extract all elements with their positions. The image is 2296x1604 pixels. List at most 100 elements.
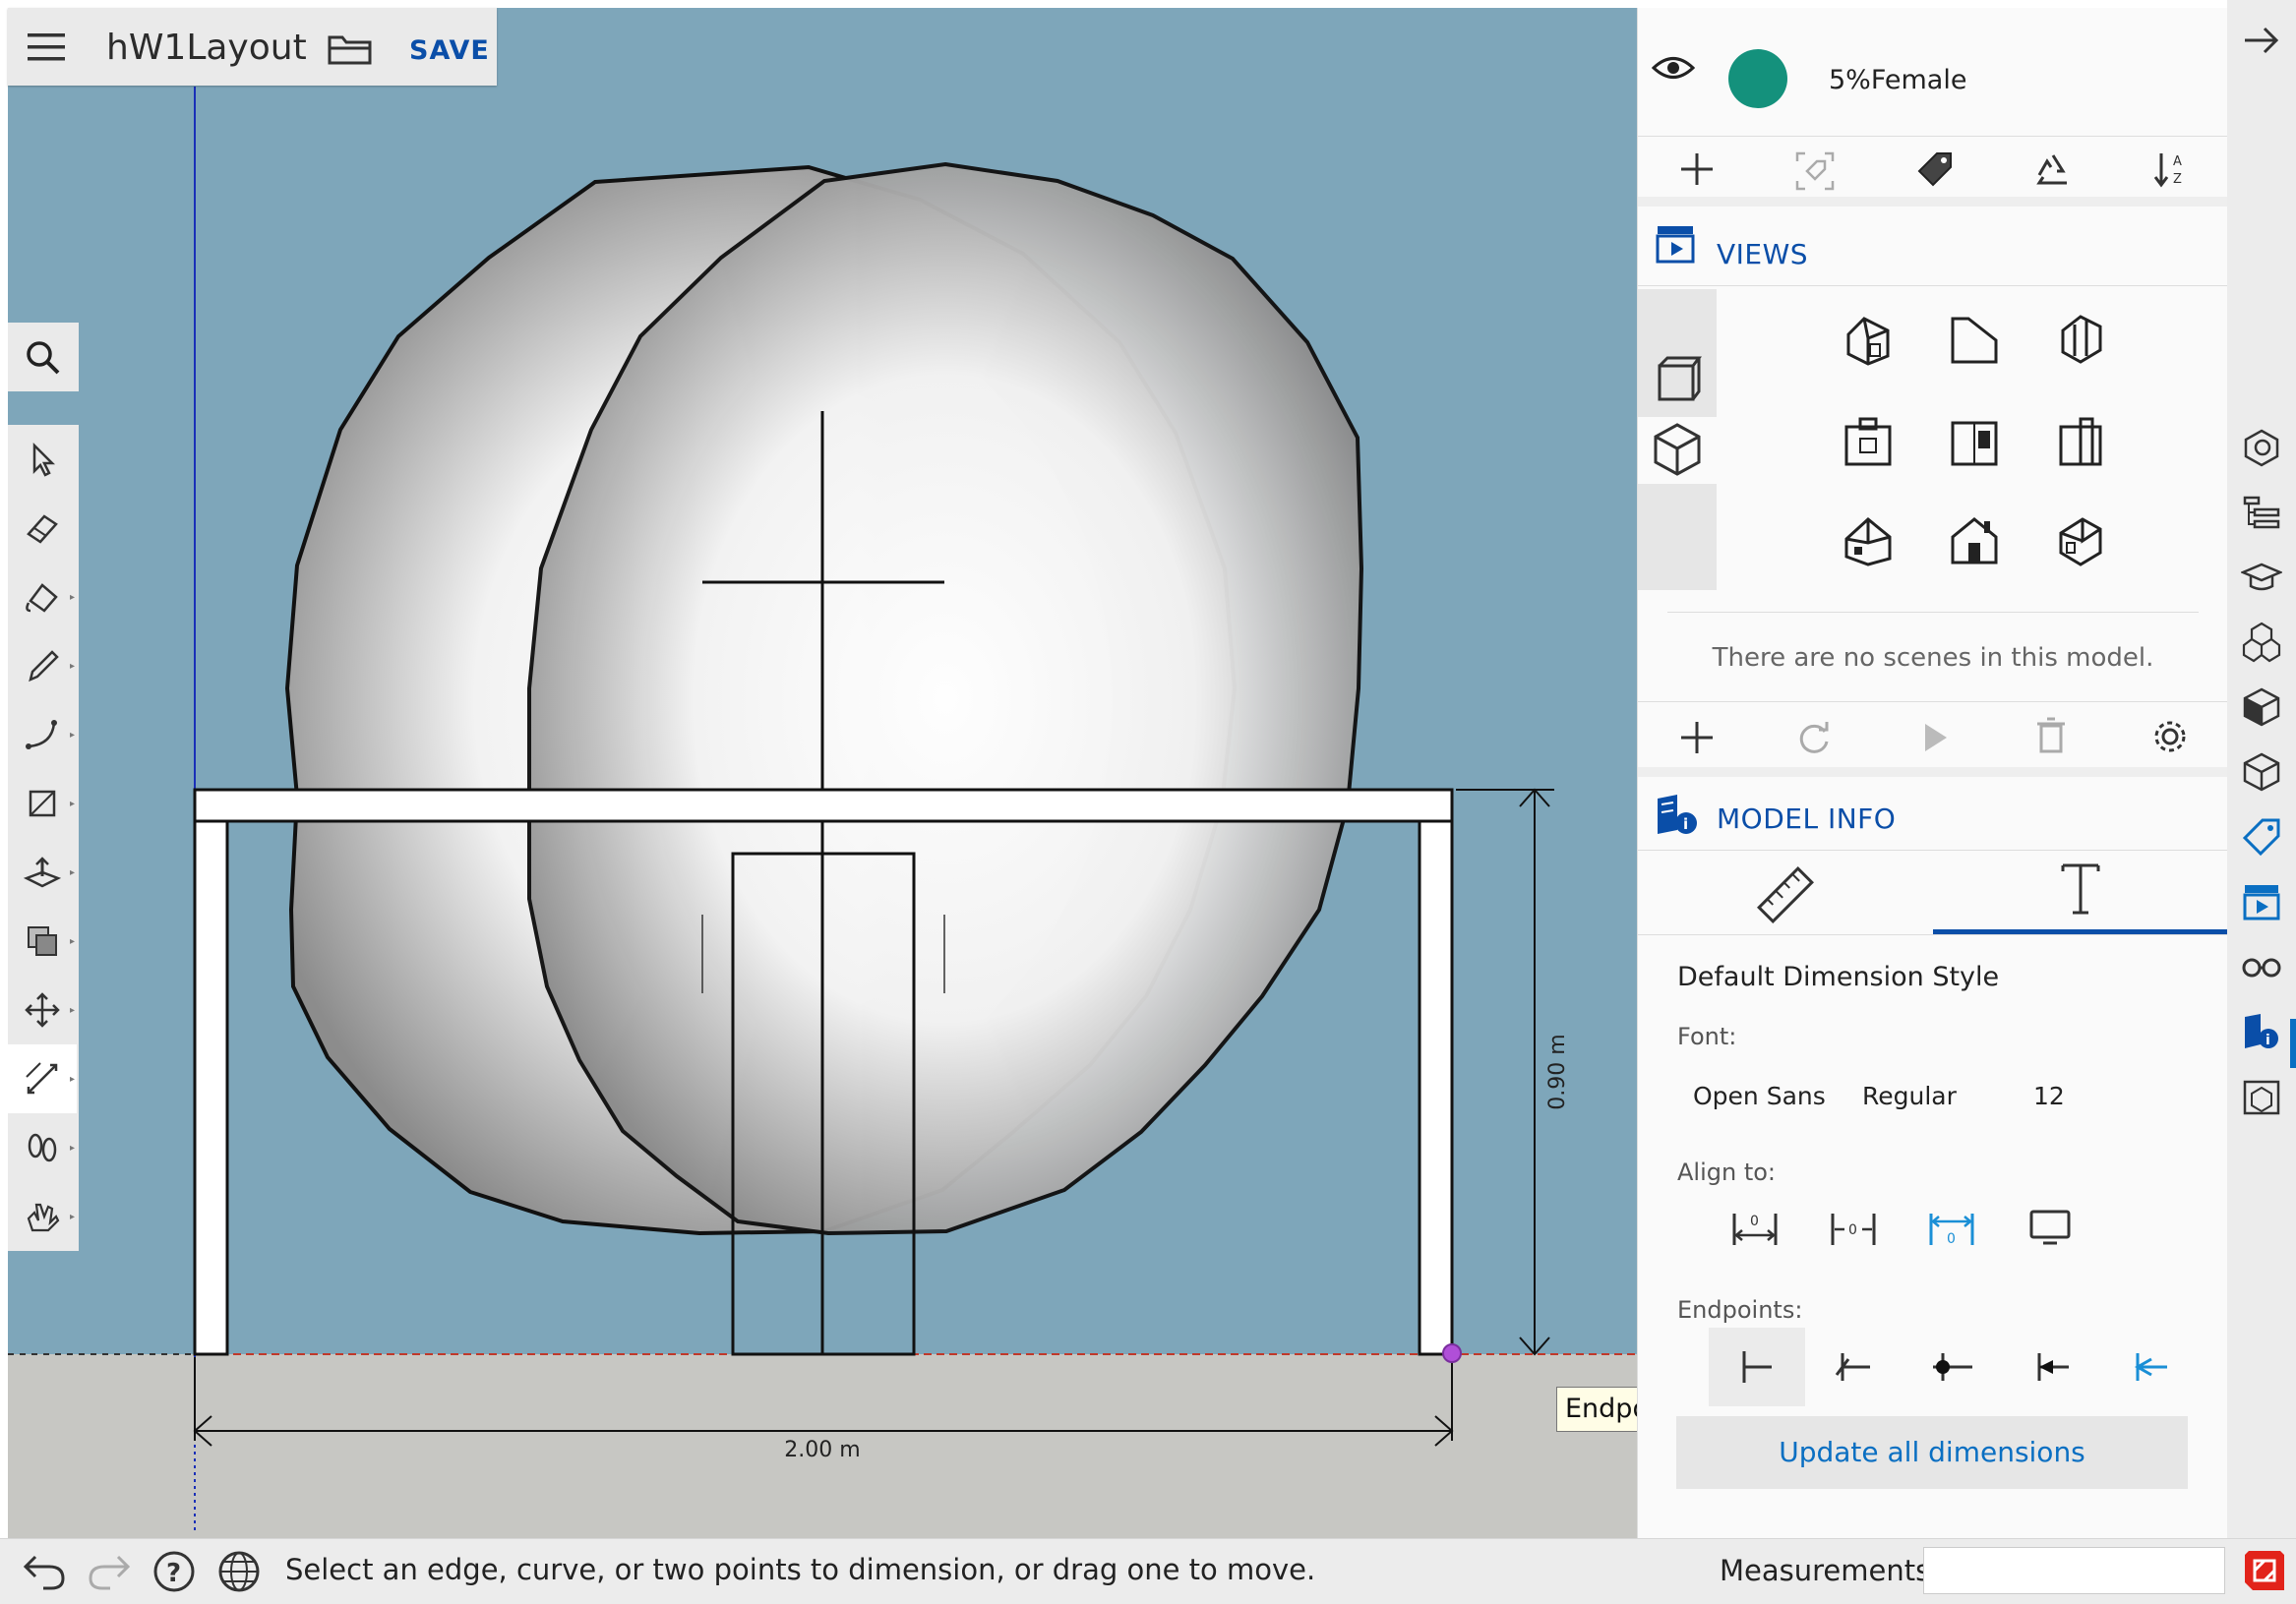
font-size-value[interactable]: 12 bbox=[2033, 1082, 2065, 1110]
view-right-icon[interactable] bbox=[1947, 413, 2002, 468]
views-side-tab-active[interactable] bbox=[1638, 289, 1717, 417]
rectangle-tool-button[interactable]: ▸ bbox=[8, 769, 77, 838]
table-top[interactable] bbox=[193, 788, 1454, 823]
align-center-icon[interactable]: 0 bbox=[1829, 1206, 1878, 1249]
tool-flyout-caret: ▸ bbox=[69, 730, 75, 741]
font-family-value[interactable]: Open Sans bbox=[1693, 1082, 1826, 1110]
model-viewport[interactable]: 0.90 m 2.00 m bbox=[8, 8, 1637, 1538]
endpoint-none-option[interactable] bbox=[1709, 1328, 1805, 1406]
move-tool-button[interactable]: ▸ bbox=[8, 976, 77, 1044]
eye-visibility-icon[interactable] bbox=[1651, 53, 1696, 83]
eraser-tool-button[interactable] bbox=[8, 494, 77, 563]
no-scenes-message: There are no scenes in this model. bbox=[1712, 643, 2154, 673]
view-left-icon[interactable] bbox=[1947, 511, 2002, 566]
dimension-tool-button[interactable]: ▸ bbox=[8, 1044, 77, 1113]
svg-text:i: i bbox=[2266, 1033, 2270, 1048]
view-iso-alt-icon[interactable] bbox=[2053, 311, 2108, 366]
right-panel: 5%Female AZ VIEWS There are no scenes in… bbox=[1637, 8, 2228, 1538]
view-iso-bottom-icon[interactable] bbox=[1841, 511, 1896, 566]
redo-icon[interactable] bbox=[87, 1549, 132, 1594]
view-perspective-icon[interactable] bbox=[2053, 511, 2108, 566]
tab-text-dimensions[interactable] bbox=[1933, 854, 2228, 934]
refresh-icon[interactable] bbox=[1795, 720, 1833, 757]
instructor-icon[interactable] bbox=[2239, 557, 2284, 598]
divider bbox=[1638, 934, 2228, 935]
align-below-icon[interactable]: 0 bbox=[1927, 1206, 1976, 1249]
arc-tool-button[interactable]: ▸ bbox=[8, 700, 77, 769]
sort-az-icon[interactable]: AZ bbox=[2151, 149, 2191, 189]
styles-icon[interactable] bbox=[2241, 751, 2282, 793]
play-icon[interactable] bbox=[1917, 720, 1953, 755]
divider bbox=[1638, 701, 2228, 702]
gear-icon[interactable] bbox=[2151, 718, 2189, 755]
table-leg-right[interactable] bbox=[1418, 819, 1454, 1356]
views-title[interactable]: VIEWS bbox=[1717, 238, 1808, 270]
select-tool-button[interactable] bbox=[8, 425, 77, 494]
outliner-icon[interactable] bbox=[2241, 492, 2282, 533]
entity-info-icon[interactable] bbox=[2241, 427, 2282, 468]
svg-text:0: 0 bbox=[1947, 1231, 1956, 1247]
tag-icon[interactable] bbox=[1915, 149, 1955, 189]
scenes-icon[interactable] bbox=[2241, 881, 2282, 922]
save-button[interactable]: SAVE bbox=[409, 35, 490, 66]
table-leg-left[interactable] bbox=[193, 819, 229, 1356]
solid-inspector-icon[interactable] bbox=[2241, 1076, 2282, 1117]
view-iso-house-icon[interactable] bbox=[1841, 311, 1896, 366]
help-icon[interactable]: ? bbox=[151, 1549, 197, 1594]
views-side-tab-iso[interactable] bbox=[1638, 417, 1717, 484]
tag-color-swatch[interactable] bbox=[1728, 49, 1787, 108]
svg-text:0: 0 bbox=[1848, 1222, 1857, 1238]
recycle-icon[interactable] bbox=[2033, 151, 2073, 191]
view-back-icon[interactable] bbox=[2053, 413, 2108, 468]
endpoint-open-arrow-icon[interactable] bbox=[2126, 1347, 2175, 1387]
search-tool-button[interactable] bbox=[8, 323, 77, 391]
pencil-icon bbox=[29, 650, 59, 683]
globe-icon[interactable] bbox=[216, 1549, 262, 1594]
view-front-icon[interactable] bbox=[1841, 413, 1896, 468]
offset-tool-button[interactable]: ▸ bbox=[8, 907, 77, 976]
model-info-rail-icon[interactable]: i bbox=[2241, 1011, 2282, 1052]
update-all-dimensions-button[interactable]: Update all dimensions bbox=[1676, 1416, 2188, 1489]
add-tag-icon[interactable] bbox=[1679, 151, 1715, 187]
endpoint-slash-icon[interactable] bbox=[1831, 1347, 1880, 1387]
components-icon[interactable] bbox=[2241, 622, 2282, 663]
height-dimension-label: 0.90 m bbox=[1545, 1034, 1570, 1109]
font-weight-value[interactable]: Regular bbox=[1862, 1082, 1957, 1110]
move-arrows-icon bbox=[25, 992, 60, 1028]
tag-select-icon[interactable] bbox=[1795, 151, 1835, 191]
tool-flyout-caret: ▸ bbox=[69, 592, 75, 603]
svg-text:Z: Z bbox=[2173, 172, 2182, 187]
viewport-canvas[interactable]: 0.90 m 2.00 m bbox=[8, 8, 1637, 1538]
paint-tool-button[interactable]: ▸ bbox=[8, 563, 77, 631]
offset-icon bbox=[28, 926, 57, 956]
trash-icon[interactable] bbox=[2033, 716, 2069, 755]
measurements-label: Measurements bbox=[1720, 1554, 1931, 1587]
section-separator bbox=[1638, 767, 2228, 777]
measurements-input[interactable] bbox=[1923, 1547, 2225, 1594]
status-message: Select an edge, curve, or two points to … bbox=[285, 1553, 1316, 1586]
left-toolbar: ▸ ▸ ▸ ▸ ▸ ▸ ▸ ▸ ▸ ▸ bbox=[8, 425, 79, 1251]
add-scene-icon[interactable] bbox=[1679, 720, 1715, 755]
endpoint-closed-arrow-icon[interactable] bbox=[2027, 1347, 2077, 1387]
align-above-icon[interactable]: 0 bbox=[1730, 1206, 1780, 1249]
views-side-tab-empty bbox=[1638, 484, 1717, 590]
push-pull-tool-button[interactable]: ▸ bbox=[8, 838, 77, 907]
folder-icon[interactable] bbox=[327, 30, 374, 69]
line-tool-button[interactable]: ▸ bbox=[8, 631, 77, 700]
tool-flyout-caret: ▸ bbox=[69, 1074, 75, 1085]
orbit-tool-button[interactable]: ▸ bbox=[8, 1182, 77, 1251]
align-screen-icon[interactable] bbox=[2025, 1208, 2075, 1247]
hamburger-menu-icon[interactable] bbox=[26, 30, 69, 65]
sketchup-logo-icon[interactable] bbox=[2241, 1547, 2288, 1594]
collapse-panel-arrow-icon[interactable] bbox=[2241, 20, 2282, 61]
undo-icon[interactable] bbox=[22, 1549, 67, 1594]
tags-icon[interactable] bbox=[2241, 816, 2282, 858]
svg-text:A: A bbox=[2173, 154, 2182, 169]
view-top-house-icon[interactable] bbox=[1947, 311, 2002, 366]
materials-icon[interactable] bbox=[2241, 686, 2282, 728]
walk-tool-button[interactable]: ▸ bbox=[8, 1113, 77, 1182]
endpoint-dot-icon[interactable] bbox=[1929, 1347, 1978, 1387]
model-info-title[interactable]: MODEL INFO bbox=[1717, 802, 1896, 835]
tab-units[interactable] bbox=[1638, 854, 1933, 934]
display-glasses-icon[interactable] bbox=[2241, 946, 2282, 987]
